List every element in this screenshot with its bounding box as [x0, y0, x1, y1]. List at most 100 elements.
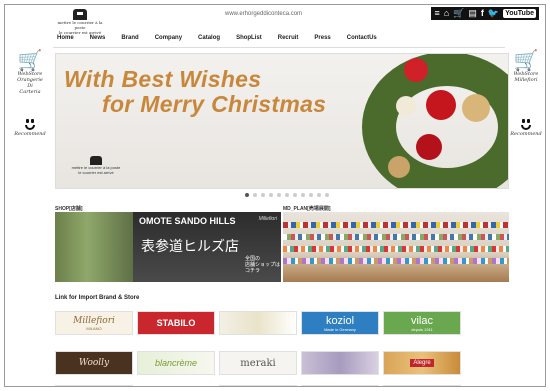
brand-link-3[interactable] [219, 311, 297, 335]
brand-link-blancreme[interactable]: blancrème [137, 351, 215, 375]
brand-link-vilac[interactable]: vilac depuis 1911 [383, 311, 461, 335]
brand-name: vilac [410, 314, 433, 327]
nav-news[interactable]: News [90, 35, 106, 41]
brand-links-heading: Link for Import Brand & Store [55, 295, 140, 301]
brand-link-row3[interactable] [219, 385, 297, 386]
menu-icon[interactable]: ≡ [434, 7, 439, 20]
mailbox-icon [73, 9, 87, 20]
smile-icon [519, 117, 533, 131]
brand-link-row3[interactable] [55, 385, 133, 386]
nav-recruit[interactable]: Recruit [278, 35, 299, 41]
smile-icon [23, 117, 37, 131]
shelf-row [283, 258, 509, 264]
banner-headline-1: With Best Wishes [64, 66, 262, 92]
wreath-white-ornament [396, 96, 416, 116]
site-url: www.erhorgeddiconteca.com [225, 11, 303, 17]
cart-icon[interactable]: 🛒 [453, 7, 464, 20]
brand-link-koziol[interactable]: koziol Made in Germany [301, 311, 379, 335]
shop-title: OMOTE SANDO HILLS [139, 216, 236, 226]
webstore-left-link[interactable]: 🛒 WebStore Orangerie Di Carteria [11, 49, 49, 95]
document-icon[interactable]: ▤ [468, 7, 477, 20]
page-frame: mettre le courrier à la poste le courrie… [4, 4, 546, 387]
slide-dot[interactable] [277, 193, 281, 197]
recommend-right-link[interactable]: Recommend [507, 117, 545, 137]
slide-dot[interactable] [301, 193, 305, 197]
cart-icon: 🛒 [17, 48, 43, 72]
cart-icon: 🛒 [513, 48, 539, 72]
top-icon-bar: ≡ ⌂ 🛒 ▤ f 🐦 YouTube [431, 7, 539, 20]
webstore-right-label: WebStore Millefiori [513, 71, 539, 83]
brand-subtitle: Made in Germany [324, 326, 356, 332]
brand-subtitle: depuis 1911 [411, 326, 433, 332]
brand-name: Millefiori [73, 315, 115, 326]
wreath-pinecone [388, 156, 410, 178]
shop-section-label: SHOP[店舗] [55, 206, 83, 212]
brand-name: Alegre [410, 359, 434, 367]
shop-omotesando-banner[interactable]: OMOTE SANDO HILLS 表参道ヒルズ店 全国の 店舗ショップは コチ… [55, 212, 281, 282]
slider-dots [245, 193, 329, 197]
banner-headline-2: for Merry Christmas [102, 91, 327, 117]
recommend-right-label: Recommend [510, 131, 542, 137]
brand-link-woolly[interactable]: Woolly [55, 351, 133, 375]
youtube-icon[interactable]: YouTube [503, 9, 536, 18]
recommend-left-link[interactable]: Recommend [11, 117, 49, 137]
nav-catalog[interactable]: Catalog [198, 35, 220, 41]
nav-shoplist[interactable]: ShopList [236, 35, 262, 41]
brand-link-stabilo[interactable]: STABILO [137, 311, 215, 335]
facebook-icon[interactable]: f [481, 7, 484, 20]
slide-dot[interactable] [285, 193, 289, 197]
brand-name: meraki [240, 357, 276, 369]
recommend-left-label: Recommend [14, 131, 46, 137]
main-nav: Home News Brand Company Catalog ShopList… [57, 35, 393, 41]
shelf-row [283, 246, 509, 252]
mailbox-icon [90, 156, 102, 165]
wreath-red-flower [416, 134, 442, 160]
brand-link-9[interactable] [301, 351, 379, 375]
webstore-left-label: WebStore Orangerie Di Carteria [17, 71, 43, 95]
brand-name: blancrème [154, 358, 198, 368]
nav-company[interactable]: Company [155, 35, 182, 41]
hero-banner[interactable]: With Best Wishes for Merry Christmas met… [55, 53, 509, 189]
christmas-wreath-image [362, 54, 508, 188]
brand-link-alegre[interactable]: Alegre [383, 351, 461, 375]
nav-contactus[interactable]: ContactUs [347, 35, 377, 41]
slide-dot[interactable] [293, 193, 297, 197]
wreath-red-flower [426, 90, 456, 120]
home-icon[interactable]: ⌂ [444, 7, 449, 20]
brand-link-meraki[interactable]: meraki [219, 351, 297, 375]
slide-dot[interactable] [317, 193, 321, 197]
wreath-pinecone [462, 94, 490, 122]
banner-logo: mettre le courrier à la poste le courrie… [66, 156, 126, 175]
slide-dot[interactable] [269, 193, 273, 197]
brand-link-row3[interactable] [301, 385, 379, 386]
brand-name: STABILO [156, 318, 196, 328]
mdplan-banner[interactable] [283, 212, 509, 282]
nav-press[interactable]: Press [314, 35, 330, 41]
brand-name: koziol [325, 314, 355, 327]
brand-link-millefiori[interactable]: Millefiori MILANO [55, 311, 133, 335]
logo-tagline: mettre le courrier à la poste le courrie… [57, 20, 103, 35]
banner-logo-tagline: mettre le courrier à la poste le courrie… [71, 165, 121, 175]
wreath-red-flower [404, 58, 428, 82]
slide-dot[interactable] [261, 193, 265, 197]
slide-dot[interactable] [253, 193, 257, 197]
shop-brand-mark: Millefiori [258, 216, 277, 222]
brand-name: Woolly [78, 358, 110, 368]
slide-dot[interactable] [325, 193, 329, 197]
nav-home[interactable]: Home [57, 35, 74, 41]
slide-dot[interactable] [309, 193, 313, 197]
nav-divider [53, 47, 505, 48]
twitter-icon[interactable]: 🐦 [488, 7, 499, 20]
shop-trees-image [55, 212, 135, 282]
webstore-right-link[interactable]: 🛒 WebStore Millefiori [507, 49, 545, 83]
brand-subtitle: MILANO [86, 325, 102, 331]
shop-note: 全国の 店舗ショップは コチラ [245, 256, 281, 274]
shelf-row [283, 222, 509, 228]
mdplan-section-label: MD_PLAN[売場展開] [283, 206, 331, 212]
nav-brand[interactable]: Brand [121, 35, 138, 41]
site-logo[interactable]: mettre le courrier à la poste le courrie… [55, 9, 105, 35]
brand-link-row3[interactable] [383, 385, 461, 386]
slide-dot[interactable] [245, 193, 249, 197]
shelf-row [283, 234, 509, 240]
shop-title-jp: 表参道ヒルズ店 [141, 239, 239, 255]
